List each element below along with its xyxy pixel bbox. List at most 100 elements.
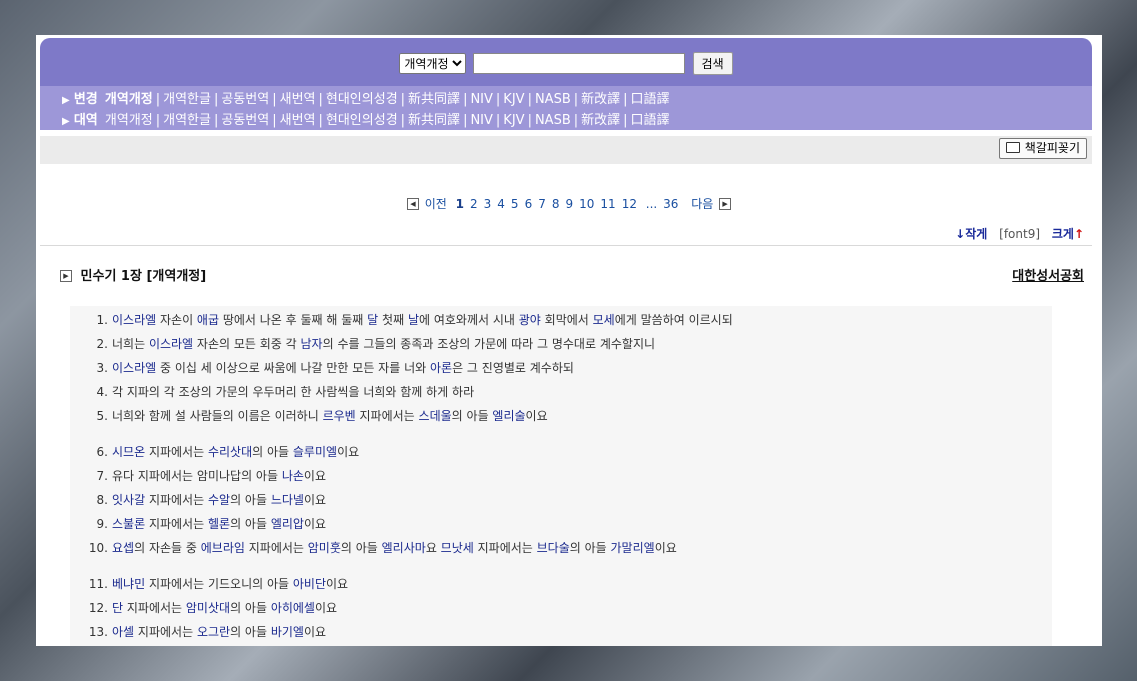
- proper-noun-link[interactable]: 단: [112, 601, 123, 615]
- verse-text: 자손의 모든 회중 각: [193, 337, 301, 351]
- search-input[interactable]: [473, 53, 686, 74]
- nav-version-link[interactable]: 新改譯: [581, 113, 620, 128]
- nav-version-link[interactable]: KJV: [503, 92, 524, 107]
- proper-noun-link[interactable]: 베냐민: [112, 577, 145, 591]
- page-link[interactable]: 2: [470, 197, 478, 211]
- nav-version-link[interactable]: 새번역: [280, 92, 316, 107]
- nav-version-link[interactable]: 개역한글: [163, 113, 211, 128]
- proper-noun-link[interactable]: 아론: [430, 361, 452, 375]
- page-link[interactable]: 8: [552, 197, 560, 211]
- nav-version-link[interactable]: 新共同譯: [408, 113, 460, 128]
- nav-separator: |: [463, 92, 468, 107]
- next-link[interactable]: 다음: [691, 197, 713, 211]
- proper-noun-link[interactable]: 달: [367, 313, 378, 327]
- nav-version-link[interactable]: NIV: [470, 113, 492, 128]
- proper-noun-link[interactable]: 날: [408, 313, 419, 327]
- verse-item: 2. 너희는 이스라엘 자손의 모든 회중 각 남자의 수를 그들의 종족과 조상…: [88, 335, 655, 352]
- page-link[interactable]: 3: [484, 197, 492, 211]
- page-link[interactable]: 10: [579, 197, 594, 211]
- proper-noun-link[interactable]: 애굽: [197, 313, 219, 327]
- proper-noun-link[interactable]: 암미삿대: [186, 601, 230, 615]
- nav-version-link[interactable]: 현대인의성경: [326, 113, 398, 128]
- ellipsis: ...: [645, 197, 658, 211]
- verse-text: 너희는: [112, 337, 149, 351]
- proper-noun-link[interactable]: 남자: [301, 337, 323, 351]
- prev-arrow-icon[interactable]: ◀: [406, 197, 419, 210]
- proper-noun-link[interactable]: 요셉: [112, 541, 134, 555]
- bookmark-button[interactable]: 책갈피꽂기: [998, 138, 1087, 159]
- nav-version-link[interactable]: 口語譯: [631, 113, 670, 128]
- verse-text: 지파에서는: [123, 601, 186, 615]
- proper-noun-link[interactable]: 가말리엘: [611, 541, 655, 555]
- next-arrow-icon[interactable]: ▶: [719, 197, 732, 210]
- proper-noun-link[interactable]: 수리삿대: [208, 445, 252, 459]
- page-link[interactable]: 9: [565, 197, 573, 211]
- verse-text: 이요: [303, 493, 327, 507]
- nav-version-link[interactable]: 新共同譯: [408, 92, 460, 107]
- publisher-link[interactable]: 대한성서공회: [1012, 265, 1084, 284]
- proper-noun-link[interactable]: 오그란: [197, 625, 230, 639]
- verse-item: 8. 잇사갈 지파에서는 수알의 아들 느다넬이요: [88, 491, 326, 508]
- proper-noun-link[interactable]: 아셀: [112, 625, 134, 639]
- proper-noun-link[interactable]: 엘리술: [492, 409, 525, 423]
- proper-noun-link[interactable]: 므낫세: [441, 541, 474, 555]
- nav-version-link[interactable]: KJV: [503, 113, 524, 128]
- prev-link[interactable]: 이전: [425, 197, 447, 211]
- proper-noun-link[interactable]: 나손: [282, 469, 304, 483]
- proper-noun-link[interactable]: 엘리사마: [382, 541, 426, 555]
- page-link[interactable]: 1: [456, 197, 464, 211]
- page-link[interactable]: 5: [511, 197, 519, 211]
- verse-text: 에 여호와께서 시내: [418, 313, 519, 327]
- proper-noun-link[interactable]: 시므온: [112, 445, 145, 459]
- nav-version-link[interactable]: NASB: [535, 113, 571, 128]
- font-bigger-button[interactable]: 크게↑: [1052, 227, 1084, 241]
- proper-noun-link[interactable]: 아비단: [293, 577, 326, 591]
- nav-version-link[interactable]: 개역개정: [105, 92, 153, 107]
- version-nav: ▶ 변경 개역개정 | 개역한글 | 공동번역 | 새번역 | 현대인의성경 | 新共同譯 | NIV |…: [40, 86, 1092, 130]
- verse-text: 회막에서: [540, 313, 593, 327]
- page-link[interactable]: 4: [497, 197, 505, 211]
- nav-version-link[interactable]: 새번역: [280, 113, 316, 128]
- proper-noun-link[interactable]: 잇사갈: [112, 493, 145, 507]
- proper-noun-link[interactable]: 헬론: [208, 517, 230, 531]
- proper-noun-link[interactable]: 에브라임: [201, 541, 245, 555]
- proper-noun-link[interactable]: 스불론: [112, 517, 145, 531]
- proper-noun-link[interactable]: 이스라엘: [149, 337, 193, 351]
- page-link[interactable]: 12: [622, 197, 637, 211]
- page-link[interactable]: 6: [525, 197, 533, 211]
- proper-noun-link[interactable]: 르우벤: [323, 409, 356, 423]
- nav-version-link[interactable]: NASB: [535, 92, 571, 107]
- nav-version-link[interactable]: 개역개정: [105, 113, 153, 128]
- verse-number: 5.: [96, 409, 108, 423]
- proper-noun-link[interactable]: 암미훗: [308, 541, 341, 555]
- proper-noun-link[interactable]: 바기엘: [271, 625, 304, 639]
- proper-noun-link[interactable]: 아히에셀: [271, 601, 315, 615]
- page-link[interactable]: 7: [538, 197, 546, 211]
- proper-noun-link[interactable]: 모세: [593, 313, 615, 327]
- search-button[interactable]: 검색: [692, 52, 733, 75]
- proper-noun-link[interactable]: 슬루미엘: [293, 445, 337, 459]
- proper-noun-link[interactable]: 이스라엘: [112, 313, 156, 327]
- proper-noun-link[interactable]: 이스라엘: [112, 361, 156, 375]
- page-link[interactable]: 11: [600, 197, 615, 211]
- nav-version-link[interactable]: 개역한글: [163, 92, 211, 107]
- page-link-last[interactable]: 36: [663, 197, 678, 211]
- proper-noun-link[interactable]: 광야: [519, 313, 541, 327]
- nav-version-link[interactable]: 공동번역: [221, 92, 269, 107]
- font-smaller-button[interactable]: ↓작게: [955, 227, 987, 241]
- proper-noun-link[interactable]: 엘리압: [271, 517, 304, 531]
- proper-noun-link[interactable]: 수알: [208, 493, 230, 507]
- verse-text: 의 아들: [230, 493, 271, 507]
- proper-noun-link[interactable]: 스데울: [419, 409, 452, 423]
- proper-noun-link[interactable]: 느다넬: [271, 493, 304, 507]
- nav-version-link[interactable]: 新改譯: [581, 92, 620, 107]
- proper-noun-link[interactable]: 브다술: [537, 541, 570, 555]
- nav-version-link[interactable]: NIV: [470, 92, 492, 107]
- version-select[interactable]: 개역개정: [399, 53, 467, 74]
- verse-number: 4.: [96, 385, 108, 399]
- nav-version-link[interactable]: 공동번역: [221, 113, 269, 128]
- verse-text: 유다 지파에서는 암미나답의 아들: [112, 469, 282, 483]
- verse-text: 의 아들: [252, 445, 293, 459]
- nav-version-link[interactable]: 현대인의성경: [326, 92, 398, 107]
- nav-version-link[interactable]: 口語譯: [631, 92, 670, 107]
